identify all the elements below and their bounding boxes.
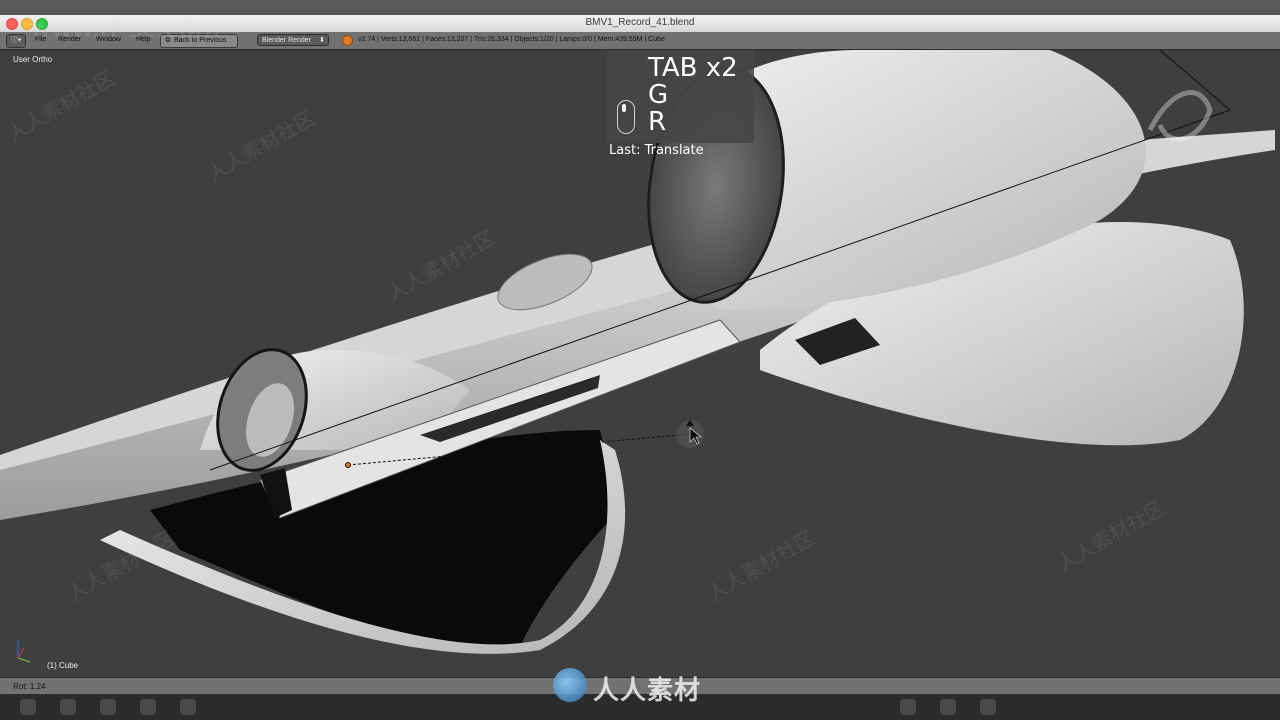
axis-y-line xyxy=(17,657,31,663)
info-icon: ⓘ▾ xyxy=(10,37,22,44)
view-mode-label: User Ortho xyxy=(13,55,53,64)
editor-type-button[interactable]: ⓘ▾ xyxy=(6,34,26,48)
scene-stats: v2.74 | Verts:13,661 | Faces:13,207 | Tr… xyxy=(358,36,665,43)
key-line: TAB x2 xyxy=(648,53,738,83)
dock-app-icon[interactable] xyxy=(140,699,156,715)
mouse-icon xyxy=(617,100,635,134)
active-object-label: (1) Cube xyxy=(47,661,79,670)
pivot-point xyxy=(345,462,351,468)
dock-app-icon[interactable] xyxy=(180,699,196,715)
render-engine-select[interactable]: Blender Render ⬍ xyxy=(257,34,329,46)
dock-app-icon[interactable] xyxy=(100,699,116,715)
screen-top-strip xyxy=(0,0,1280,15)
watermark-logo-icon xyxy=(553,668,587,702)
corner-logo-mark xyxy=(1147,90,1213,142)
3d-viewport[interactable]: 人人素材社区 人人素材社区 人人素材社区 人人素材社区 人人素材社区 人人素材社… xyxy=(0,50,1280,676)
axis-x-line xyxy=(17,647,25,659)
mouse-left-button-icon xyxy=(622,104,626,112)
select-arrows-icon: ⬍ xyxy=(319,37,325,44)
render-engine-value: Blender Render xyxy=(262,37,312,44)
key-line: R xyxy=(648,107,667,137)
dock-app-icon[interactable] xyxy=(900,699,916,715)
dock-app-icon[interactable] xyxy=(940,699,956,715)
watermark-center-text: 人人素材 xyxy=(593,676,702,706)
rotation-status: Rot: 1.24 xyxy=(13,682,46,691)
screencast-keys: TAB x2 G R xyxy=(648,55,738,136)
dock-app-icon[interactable] xyxy=(980,699,996,715)
watermark-center: 人人素材 xyxy=(553,668,753,706)
blender-logo-icon xyxy=(342,35,353,46)
key-line: G xyxy=(648,80,669,110)
dock-app-icon[interactable] xyxy=(60,699,76,715)
dock-app-icon[interactable] xyxy=(20,699,36,715)
last-operator-label: Last: Translate xyxy=(609,143,704,158)
watermark-site-text: www.rr-sc.com xyxy=(30,14,220,44)
